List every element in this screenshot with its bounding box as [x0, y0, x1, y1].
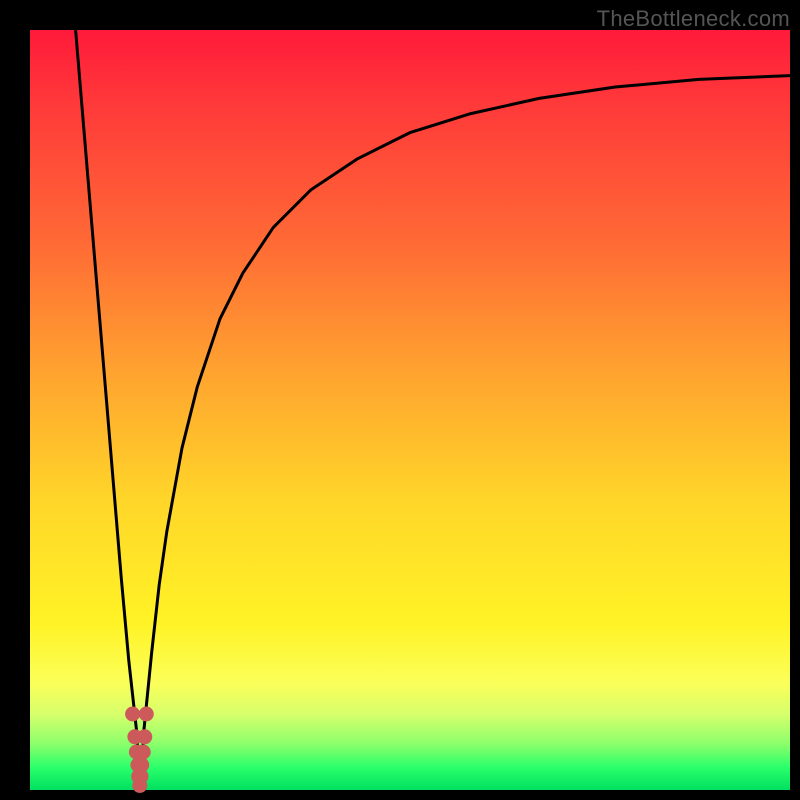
marker-dot [139, 707, 154, 722]
marker-dot [125, 707, 140, 722]
plot-area [30, 30, 790, 790]
dip-markers [125, 707, 154, 793]
curve-lines [76, 30, 790, 790]
series-left-branch [76, 30, 141, 790]
chart-frame: TheBottleneck.com [0, 0, 800, 800]
chart-svg [30, 30, 790, 790]
series-right-branch [140, 76, 790, 790]
watermark-text: TheBottleneck.com [597, 6, 790, 32]
marker-dot [132, 778, 147, 793]
marker-dot [137, 729, 152, 744]
marker-dot [136, 745, 151, 760]
